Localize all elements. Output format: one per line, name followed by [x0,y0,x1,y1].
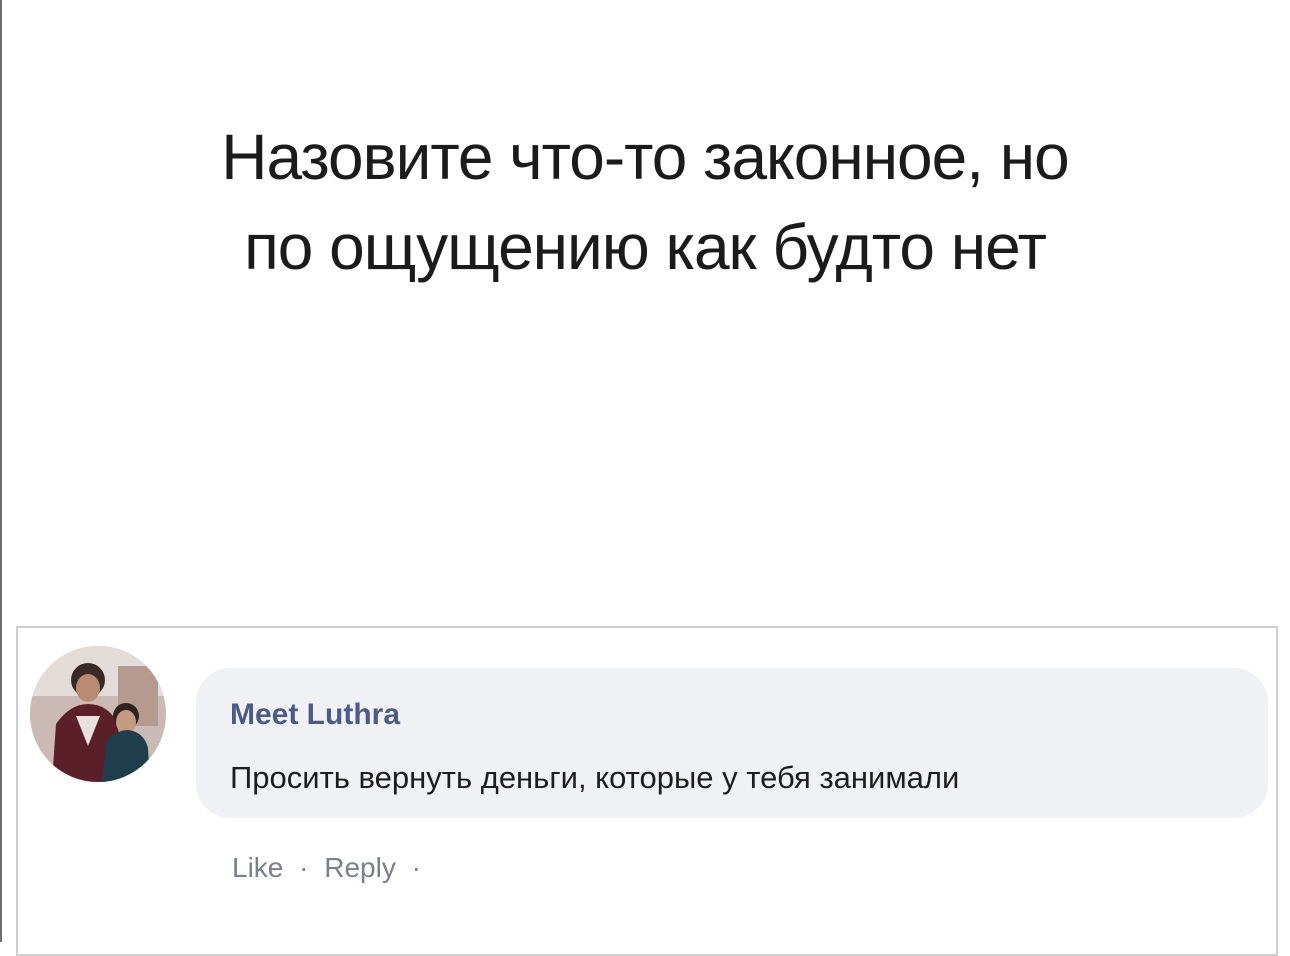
comment-actions: Like · Reply · [232,852,429,884]
comment-author-name[interactable]: Meet Luthra [230,698,400,732]
profile-photo-icon [30,646,166,782]
like-link[interactable]: Like [232,852,283,883]
comment-bubble: Meet Luthra Просить вернуть деньги, кото… [196,668,1268,818]
avatar[interactable] [30,646,166,782]
action-separator-trailing: · [411,852,421,883]
headline-line-2: по ощущению как будто нет [244,211,1047,283]
left-border-line [0,0,2,942]
post-headline: Назовите что-то законное, но по ощущению… [40,112,1250,292]
headline-line-1: Назовите что-то законное, но [221,121,1069,193]
reply-link[interactable]: Reply [324,852,396,883]
comment-text: Просить вернуть деньги, которые у тебя з… [230,760,960,795]
action-separator: · [299,852,309,883]
